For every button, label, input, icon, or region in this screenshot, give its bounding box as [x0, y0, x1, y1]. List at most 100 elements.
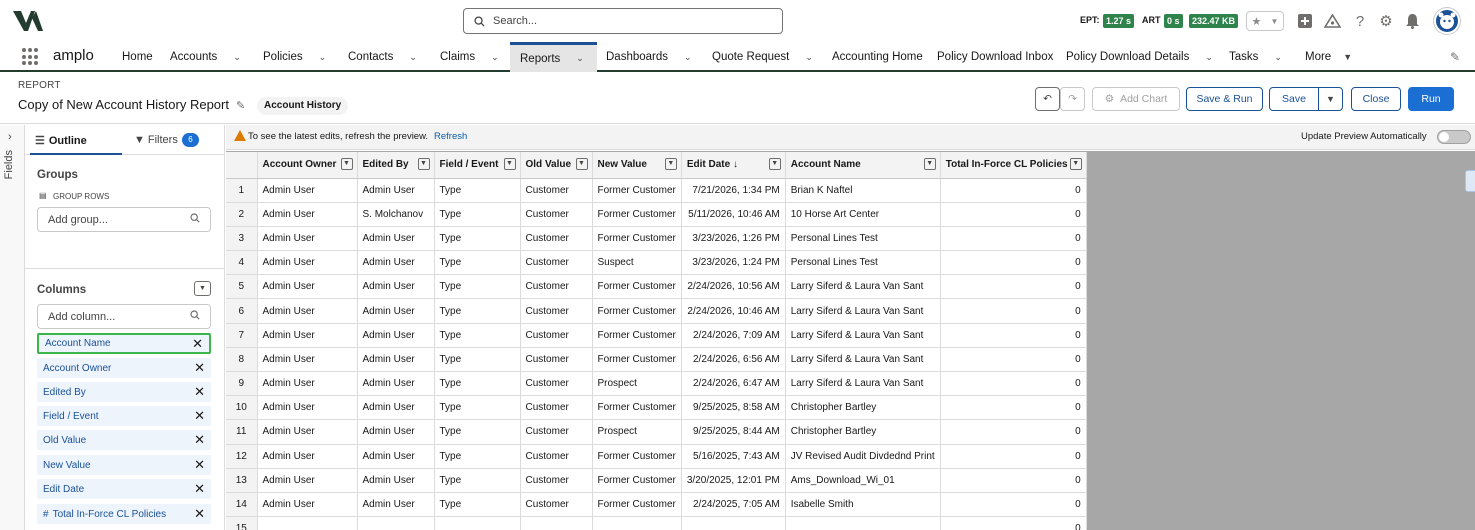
- chevron-down-icon[interactable]: ⌄: [1274, 52, 1282, 63]
- chevron-down-icon[interactable]: ⌄: [409, 52, 417, 63]
- remove-icon[interactable]: ✕: [194, 481, 205, 497]
- column-menu-icon[interactable]: ▼: [768, 158, 781, 170]
- table-cell: Larry Siferd & Laura Van Sant: [785, 371, 941, 397]
- add-group-input[interactable]: Add group...: [37, 207, 211, 232]
- column-chip[interactable]: Old Value ✕: [37, 430, 211, 450]
- refresh-link[interactable]: Refresh: [434, 131, 467, 142]
- app-launcher-icon[interactable]: [22, 48, 40, 66]
- column-header[interactable]: Account Name ▼: [785, 152, 941, 179]
- edit-nav-pencil-icon[interactable]: ✎: [1450, 50, 1460, 64]
- notifications-bell-icon[interactable]: [1403, 12, 1421, 30]
- nav-item-quote-request[interactable]: Quote Request ⌄: [712, 42, 813, 72]
- column-header[interactable]: Edit Date ↓ ▼: [681, 152, 786, 179]
- user-avatar[interactable]: [1434, 8, 1460, 34]
- chevron-down-icon[interactable]: ⌄: [1205, 52, 1213, 63]
- nav-item-claims[interactable]: Claims ⌄: [440, 42, 499, 72]
- column-menu-icon[interactable]: ▼: [575, 158, 588, 170]
- column-menu-icon[interactable]: ▼: [417, 158, 430, 170]
- filters-count-badge: 6: [182, 133, 199, 147]
- nav-item-dashboards[interactable]: Dashboards ⌄: [606, 42, 692, 72]
- column-menu-icon[interactable]: ▼: [340, 158, 353, 170]
- remove-icon[interactable]: ✕: [194, 457, 205, 473]
- add-column-input[interactable]: Add column...: [37, 304, 211, 329]
- undo-button[interactable]: ↶: [1035, 87, 1060, 111]
- trailhead-icon[interactable]: [1323, 12, 1341, 30]
- nav-item-policy-download-details[interactable]: Policy Download Details ⌄: [1066, 42, 1213, 72]
- table-cell: Prospect: [592, 371, 682, 397]
- caret-down-icon[interactable]: ▼: [1343, 52, 1352, 62]
- redo-button[interactable]: ↷: [1060, 87, 1085, 111]
- chevron-down-icon[interactable]: ⌄: [576, 53, 584, 64]
- fields-label[interactable]: Fields: [3, 150, 15, 179]
- tab-filters[interactable]: ▼ Filters: [134, 134, 178, 146]
- column-chip[interactable]: # Total In-Force CL Policies ✕: [37, 504, 211, 524]
- nav-item-tasks[interactable]: Tasks ⌄: [1229, 42, 1282, 72]
- column-chip[interactable]: Field / Event ✕: [37, 406, 211, 426]
- column-header[interactable]: Edited By ▼: [357, 152, 435, 179]
- remove-icon[interactable]: ✕: [192, 336, 203, 352]
- company-logo-icon[interactable]: [12, 8, 44, 34]
- fields-panel-toggle[interactable]: [0, 125, 25, 530]
- column-menu-icon[interactable]: ▼: [1069, 158, 1082, 170]
- column-chip[interactable]: Account Name ✕: [37, 333, 211, 354]
- run-button[interactable]: Run: [1408, 87, 1454, 111]
- favorites-button[interactable]: ★ ▼: [1246, 11, 1284, 31]
- column-header[interactable]: Field / Event ▼: [434, 152, 521, 179]
- setup-gear-icon[interactable]: ⚙: [1377, 12, 1395, 30]
- table-cell: Customer: [520, 468, 593, 493]
- column-header[interactable]: Total In-Force CL Policies ▼: [940, 152, 1087, 179]
- side-panel-handle[interactable]: [1465, 170, 1475, 192]
- banner-message: To see the latest edits, refresh the pre…: [248, 131, 429, 142]
- column-header[interactable]: Account Owner ▼: [257, 152, 358, 179]
- column-menu-icon[interactable]: ▼: [923, 158, 936, 170]
- columns-menu-button[interactable]: ▼: [194, 281, 211, 296]
- column-chip[interactable]: Account Owner ✕: [37, 358, 211, 378]
- nav-item-contacts[interactable]: Contacts ⌄: [348, 42, 417, 72]
- column-chip[interactable]: New Value ✕: [37, 455, 211, 475]
- table-row: 12 Admin User Admin User Type Customer Former…: [226, 444, 1087, 469]
- chevron-down-icon[interactable]: ⌄: [684, 52, 692, 63]
- redo-icon: ↷: [1068, 93, 1077, 105]
- table-cell: [785, 516, 941, 530]
- nav-item-policies[interactable]: Policies ⌄: [263, 42, 326, 72]
- column-menu-icon[interactable]: ▼: [664, 158, 677, 170]
- auto-update-toggle[interactable]: [1437, 130, 1471, 144]
- save-and-run-button[interactable]: Save & Run: [1186, 87, 1263, 111]
- chevron-down-icon[interactable]: ⌄: [491, 52, 499, 63]
- save-button[interactable]: Save: [1269, 87, 1319, 111]
- tab-outline[interactable]: ☰ Outline: [35, 134, 87, 147]
- add-chart-button[interactable]: ⚙ Add Chart: [1092, 87, 1180, 111]
- column-chip[interactable]: Edit Date ✕: [37, 479, 211, 499]
- column-menu-icon[interactable]: ▼: [503, 158, 516, 170]
- chevron-down-icon[interactable]: ⌄: [319, 52, 327, 63]
- edit-title-pencil-icon[interactable]: ✎: [236, 99, 245, 112]
- save-menu-button[interactable]: ▼: [1318, 87, 1343, 111]
- nav-item-accounts[interactable]: Accounts ⌄: [170, 42, 241, 72]
- help-icon[interactable]: ?: [1351, 12, 1369, 30]
- global-search-input[interactable]: Search...: [463, 8, 783, 34]
- expand-chevron-icon[interactable]: ›: [8, 131, 12, 143]
- table-cell: 0: [940, 347, 1087, 373]
- remove-icon[interactable]: ✕: [194, 506, 205, 522]
- remove-icon[interactable]: ✕: [194, 360, 205, 376]
- column-header[interactable]: New Value ▼: [592, 152, 682, 179]
- global-actions-plus-icon[interactable]: [1296, 12, 1314, 30]
- table-cell: 5/16/2025, 7:43 AM: [681, 444, 786, 469]
- nav-item-more[interactable]: More ▼: [1305, 42, 1352, 72]
- close-button[interactable]: Close: [1351, 87, 1401, 111]
- nav-item-policy-download-inbox[interactable]: Policy Download Inbox: [937, 42, 1053, 72]
- table-cell: Admin User: [257, 419, 358, 445]
- nav-item-accounting-home[interactable]: Accounting Home: [832, 42, 923, 72]
- remove-icon[interactable]: ✕: [194, 408, 205, 424]
- column-header[interactable]: Old Value ▼: [520, 152, 593, 179]
- remove-icon[interactable]: ✕: [194, 384, 205, 400]
- remove-icon[interactable]: ✕: [194, 432, 205, 448]
- nav-item-reports[interactable]: Reports ⌄: [510, 42, 597, 72]
- table-cell: Type: [434, 347, 521, 373]
- sort-desc-icon[interactable]: ↓: [730, 159, 738, 170]
- column-chip[interactable]: Edited By ✕: [37, 382, 211, 402]
- chevron-down-icon[interactable]: ⌄: [233, 52, 241, 63]
- table-cell: Former Customer: [592, 178, 682, 203]
- chevron-down-icon[interactable]: ⌄: [805, 52, 813, 63]
- nav-item-home[interactable]: Home: [122, 42, 153, 72]
